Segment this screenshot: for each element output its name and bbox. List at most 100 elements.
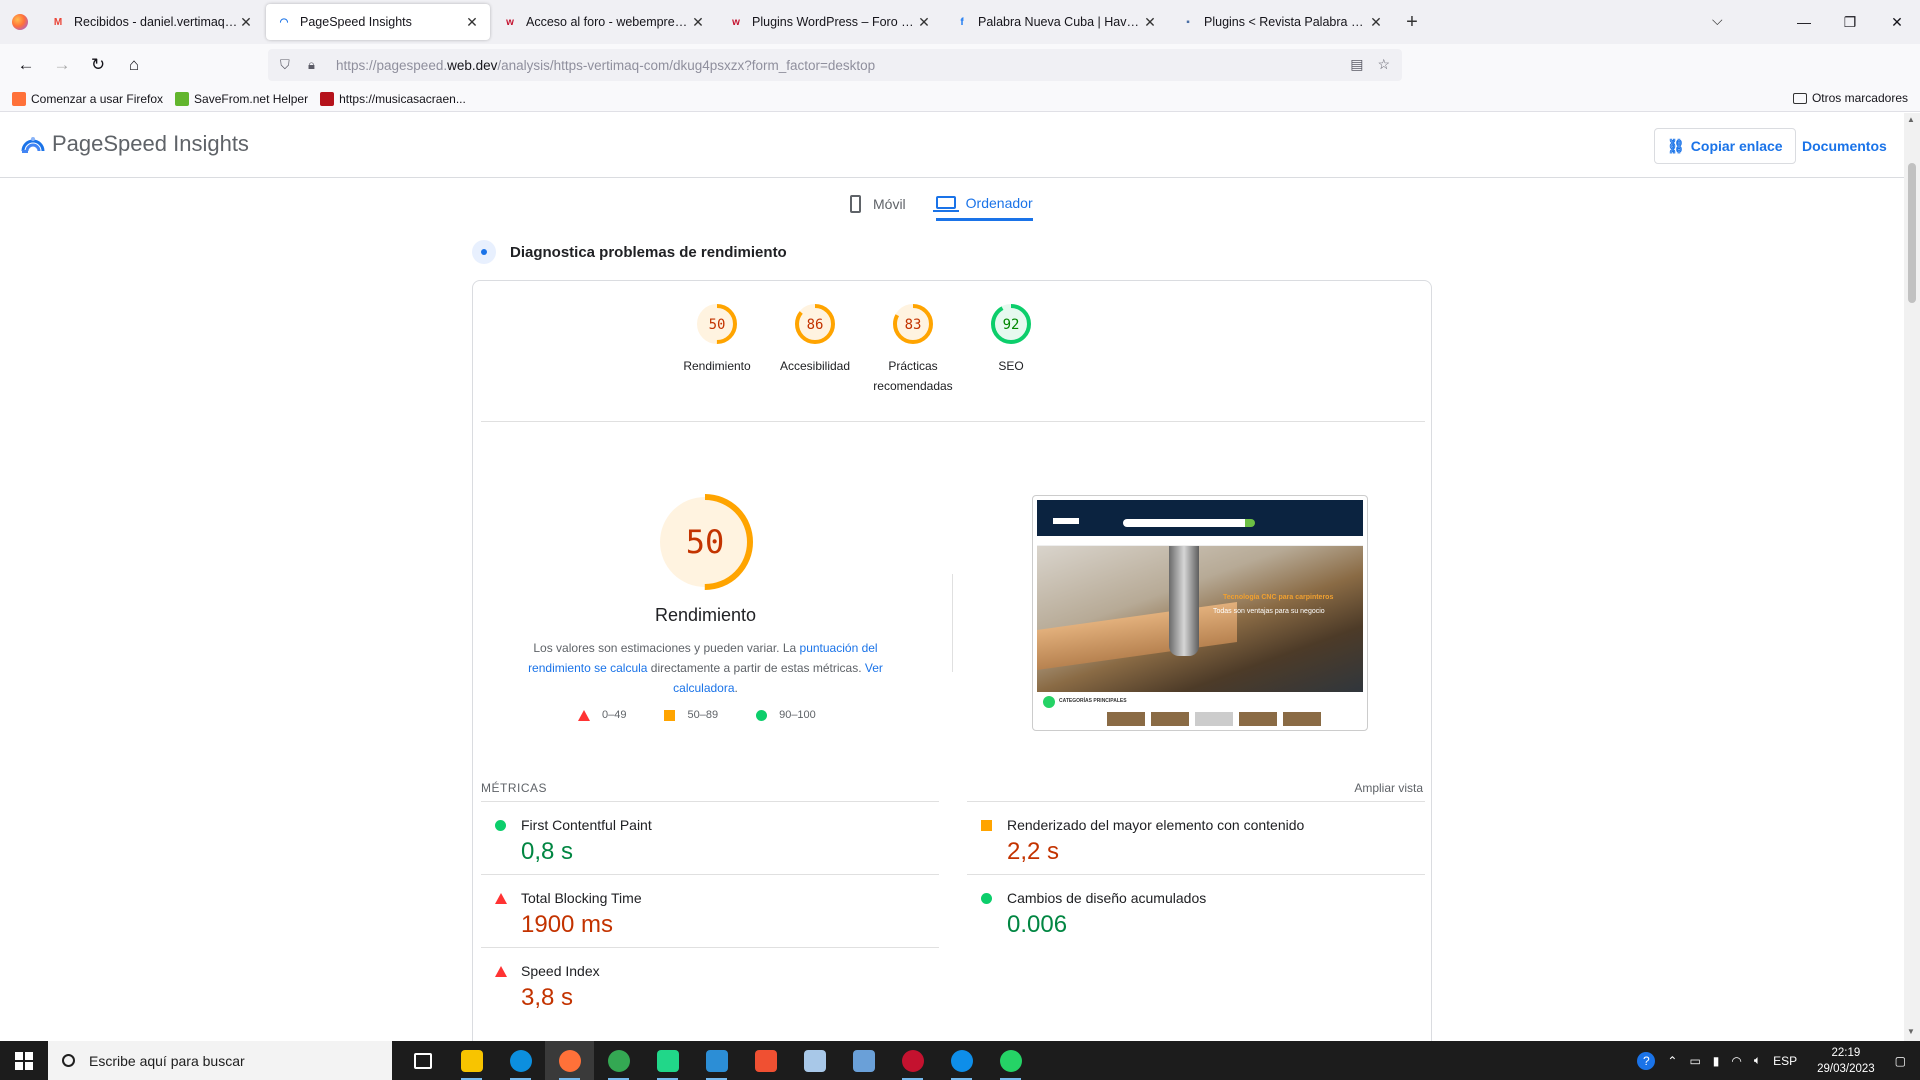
tab-bar: M Recibidos - daniel.vertimaq@gmail.com …: [0, 0, 1920, 44]
close-tab-icon[interactable]: ✕: [1142, 14, 1158, 31]
firefox-taskbar-button[interactable]: [545, 1041, 594, 1080]
divider: [481, 421, 1425, 422]
minimize-icon[interactable]: —: [1781, 0, 1827, 44]
home-icon[interactable]: ⌂: [116, 49, 152, 81]
performance-title: Rendimiento: [654, 605, 757, 625]
search-icon: [62, 1054, 75, 1067]
browser-tab[interactable]: w Acceso al foro - webempresa.com ✕: [492, 4, 716, 40]
help-icon[interactable]: ?: [1637, 1051, 1656, 1070]
vscode-taskbar-button[interactable]: [692, 1041, 741, 1080]
app-red-icon: [901, 1049, 924, 1072]
bookmark-item[interactable]: Comenzar a usar Firefox: [12, 91, 163, 106]
git-taskbar-button[interactable]: [741, 1041, 790, 1080]
close-tab-icon[interactable]: ✕: [690, 14, 706, 31]
task-view-taskbar-button[interactable]: [398, 1041, 447, 1080]
copy-link-button[interactable]: ⛓ Copiar enlace: [1654, 128, 1796, 164]
close-tab-icon[interactable]: ✕: [464, 14, 480, 31]
volume-icon[interactable]: 🔈︎: [1754, 1053, 1761, 1068]
app-taskbar-button[interactable]: [790, 1041, 839, 1080]
close-tab-icon[interactable]: ✕: [238, 14, 254, 31]
reload-icon[interactable]: ↻: [80, 49, 116, 81]
phone-icon: [850, 195, 861, 213]
browser-tab[interactable]: ◠ PageSpeed Insights ✕: [266, 4, 490, 40]
score-label: Prácticas recomendadas: [873, 359, 953, 393]
browser-tab[interactable]: M Recibidos - daniel.vertimaq@gmail.com …: [40, 4, 264, 40]
edge-icon: [509, 1049, 532, 1072]
docs-link[interactable]: Documentos: [1802, 138, 1887, 154]
close-window-icon[interactable]: ✕: [1874, 0, 1920, 44]
bookmark-favicon-icon: [175, 91, 190, 106]
new-tab-button[interactable]: +: [1396, 11, 1428, 34]
forward-icon[interactable]: →: [44, 49, 80, 81]
whatsapp-icon: [1043, 696, 1055, 708]
pass-circle-icon: [981, 893, 992, 904]
expand-view-toggle[interactable]: Ampliar vista: [1354, 781, 1423, 795]
app-title[interactable]: PageSpeed Insights: [52, 131, 249, 157]
diagnose-title: Diagnostica problemas de rendimiento: [510, 243, 787, 261]
chevron-up-icon[interactable]: ⌃: [1667, 1054, 1677, 1068]
teamviewer-taskbar-button[interactable]: [937, 1041, 986, 1080]
file-explorer-taskbar-button[interactable]: [447, 1041, 496, 1080]
language-indicator[interactable]: ESP: [1773, 1054, 1797, 1068]
diagnose-icon: [472, 240, 496, 264]
task-view-icon: [413, 1052, 432, 1069]
close-tab-icon[interactable]: ✕: [916, 14, 932, 31]
page-scrollbar[interactable]: ▲ ▼: [1904, 113, 1920, 1041]
score-gauge[interactable]: 92 SEO: [951, 302, 1071, 376]
other-bookmarks[interactable]: Otros marcadores: [1792, 91, 1908, 105]
tab-mobile[interactable]: Móvil: [850, 191, 906, 221]
score-label: SEO: [998, 359, 1024, 373]
legend-good: 90–100: [756, 709, 816, 721]
meet-now-icon[interactable]: ▭: [1689, 1054, 1700, 1068]
bookmark-label: SaveFrom.net Helper: [194, 91, 309, 106]
taskbar: Escribe aquí para buscar ? ⌃ ▭ ▮ ◠ 🔈︎ ES…: [0, 1041, 1920, 1080]
tracking-protection-icon[interactable]: ⛉: [280, 57, 298, 73]
tab-desktop[interactable]: Ordenador: [932, 191, 1033, 221]
clock[interactable]: 22:19 29/03/2023: [1817, 1045, 1875, 1077]
scroll-up-icon[interactable]: ▲: [1907, 115, 1915, 124]
back-icon[interactable]: ←: [8, 49, 44, 81]
start-button[interactable]: [0, 1041, 48, 1080]
battery-icon[interactable]: ▮: [1713, 1054, 1720, 1068]
scroll-thumb[interactable]: [1908, 163, 1916, 303]
chrome-taskbar-button[interactable]: [594, 1041, 643, 1080]
pycharm-taskbar-button[interactable]: [643, 1041, 692, 1080]
pagespeed-logo-icon: [21, 137, 45, 153]
taskbar-search[interactable]: Escribe aquí para buscar: [48, 1041, 392, 1080]
notifications-icon[interactable]: ▢: [1895, 1054, 1906, 1068]
categories-label: CATEGORÍAS PRINCIPALES: [1059, 698, 1127, 704]
control-panel-taskbar-button[interactable]: [839, 1041, 888, 1080]
metric-item: First Contentful Paint 0,8 s: [481, 801, 939, 874]
url-bar[interactable]: ⛉ 🔒︎ https://pagespeed.web.dev/analysis/…: [268, 49, 1402, 81]
app-red-taskbar-button[interactable]: [888, 1041, 937, 1080]
fail-triangle-icon: [495, 966, 507, 977]
bookmark-star-icon[interactable]: ☆: [1377, 56, 1390, 73]
list-all-tabs-icon[interactable]: ⌵: [1712, 12, 1723, 29]
browser-tab[interactable]: f Palabra Nueva Cuba | Havana | Facebook…: [944, 4, 1168, 40]
metric-name: Total Blocking Time: [521, 890, 642, 906]
hero-subcaption: Todas son ventajas para su negocio: [1213, 608, 1325, 615]
tab-strip: M Recibidos - daniel.vertimaq@gmail.com …: [40, 4, 1396, 40]
bookmark-item[interactable]: https://musicasacraen...: [320, 91, 466, 106]
clock-time: 22:19: [1831, 1046, 1861, 1059]
square-icon: [664, 709, 676, 721]
score-gauge-ring: 92: [991, 304, 1031, 344]
lock-icon[interactable]: 🔒︎: [308, 57, 326, 73]
score-label: Rendimiento: [683, 359, 751, 373]
copy-link-label: Copiar enlace: [1690, 138, 1783, 154]
close-tab-icon[interactable]: ✕: [1368, 14, 1384, 31]
scroll-down-icon[interactable]: ▼: [1907, 1027, 1915, 1036]
edge-taskbar-button[interactable]: [496, 1041, 545, 1080]
browser-tab[interactable]: ▪ Plugins < Revista Palabra Nueva ✕: [1170, 4, 1394, 40]
system-tray: ? ⌃ ▭ ▮ ◠ 🔈︎ ESP 22:19 29/03/2023 ▢: [1631, 1041, 1920, 1080]
firefox-view-button[interactable]: [0, 0, 40, 44]
restore-icon[interactable]: ❐: [1827, 0, 1873, 44]
bookmark-item[interactable]: SaveFrom.net Helper: [175, 91, 309, 106]
wifi-icon[interactable]: ◠: [1731, 1054, 1741, 1068]
webempresa-icon: w: [506, 16, 514, 28]
windows-icon: [15, 1051, 33, 1070]
whatsapp-taskbar-button[interactable]: [986, 1041, 1035, 1080]
browser-tab[interactable]: w Plugins WordPress – Foro Webempresa ✕: [718, 4, 942, 40]
reader-view-icon[interactable]: ▤: [1350, 56, 1363, 73]
url-text[interactable]: https://pagespeed.web.dev/analysis/https…: [336, 58, 875, 73]
